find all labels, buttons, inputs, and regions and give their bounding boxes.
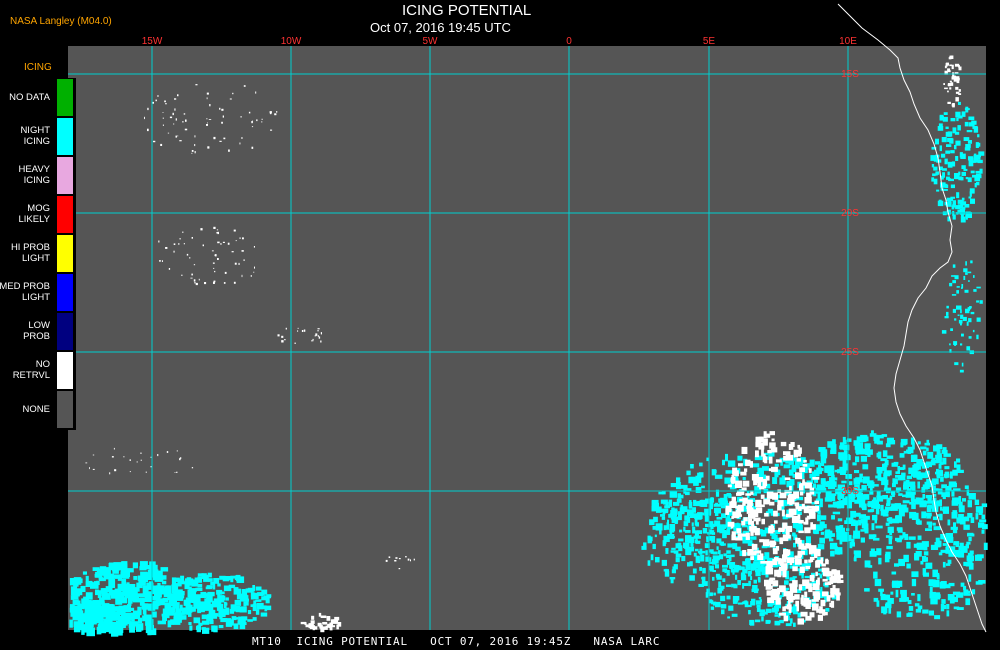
- legend-swatch: [56, 78, 74, 117]
- legend-title: ICING: [24, 62, 52, 73]
- legend-item-label: HI PROB LIGHT: [10, 242, 50, 264]
- legend-item-label: MED PROB LIGHT: [0, 281, 50, 303]
- legend-item-label: NO DATA: [9, 92, 50, 103]
- legend-item: NO RETRVL: [0, 351, 76, 390]
- latitude-label: 15S: [841, 69, 859, 80]
- legend-swatch: [56, 234, 74, 273]
- legend-item: HEAVY ICING: [0, 156, 76, 195]
- legend-item-label: LOW PROB: [23, 320, 50, 342]
- legend-item-label: NONE: [22, 404, 50, 415]
- legend-item: MED PROB LIGHT: [0, 273, 76, 312]
- legend-item: NONE: [0, 390, 76, 429]
- legend-item: NO DATA: [0, 78, 76, 117]
- longitude-label: 10E: [839, 36, 857, 47]
- legend-swatch: [56, 273, 74, 312]
- legend-item: HI PROB LIGHT: [0, 234, 76, 273]
- legend-swatch: [56, 195, 74, 234]
- latitude-label: 25S: [841, 347, 859, 358]
- legend-item: LOW PROB: [0, 312, 76, 351]
- legend-swatch: [56, 156, 74, 195]
- longitude-label: 15W: [142, 36, 163, 47]
- legend-swatch: [56, 351, 74, 390]
- icing-map: 15W 10W 5W 0 5E 10E 15S 20S 25S 30S: [68, 3, 988, 637]
- legend-item-label: NO RETRVL: [12, 359, 50, 381]
- longitude-label: 5E: [703, 36, 716, 47]
- longitude-label: 10W: [281, 36, 302, 47]
- legend-item-label: NIGHT ICING: [20, 125, 50, 147]
- legend-swatch: [56, 117, 74, 156]
- longitude-label: 0: [566, 36, 572, 47]
- legend-swatch: [56, 312, 74, 351]
- footer-caption: MT10 ICING POTENTIAL OCT 07, 2016 19:45Z…: [252, 635, 661, 648]
- latitude-label: 30S: [841, 486, 859, 497]
- latitude-label: 20S: [841, 208, 859, 219]
- legend-item-label: MOG LIKELY: [18, 203, 50, 225]
- legend: NO DATA NIGHT ICING HEAVY ICING MOG LIKELY H…: [0, 78, 76, 430]
- longitude-label: 5W: [423, 36, 439, 47]
- longitude-labels: 15W 10W 5W 0 5E 10E: [142, 36, 858, 47]
- legend-item: MOG LIKELY: [0, 195, 76, 234]
- legend-item-label: HEAVY ICING: [18, 164, 50, 186]
- legend-swatch: [56, 390, 74, 429]
- legend-item: NIGHT ICING: [0, 117, 76, 156]
